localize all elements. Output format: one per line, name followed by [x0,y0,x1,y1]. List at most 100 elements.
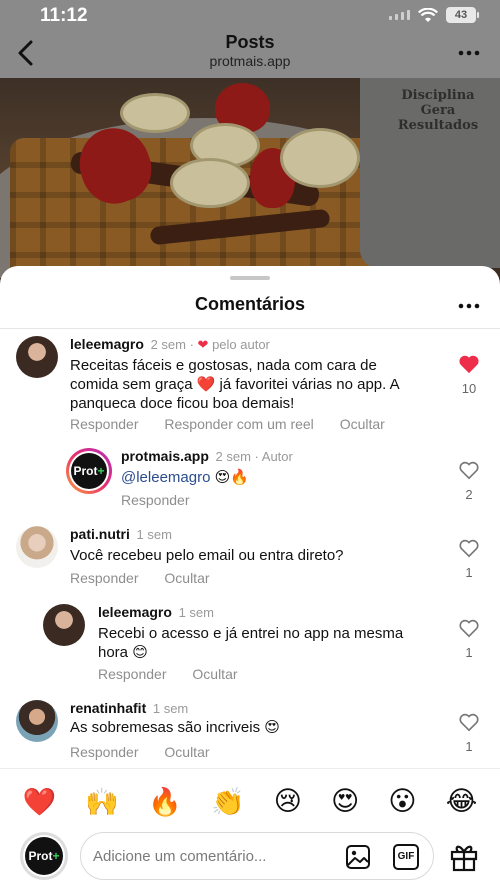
avatar[interactable]: Prot + [66,448,112,494]
comment-text: @leleemagro 😍🔥 [121,469,249,486]
comment: leleemagro 2 sem · ❤ pelo autor Receitas… [0,334,500,432]
heart-outline-icon[interactable] [458,538,480,558]
like-count: 2 [465,487,473,502]
comment-text: Você recebeu pelo email ou entra direto? [70,547,344,564]
comment-time: 2 sem [215,449,251,464]
quick-reactions-bar: ❤️ 🙌 🔥 👏 😢 😍 😮 😂 [0,768,500,834]
hide-button[interactable]: Ocultar [192,666,237,682]
sheet-grabber[interactable] [230,276,270,280]
comment-input[interactable] [93,841,333,871]
comment-actions: Responder Ocultar [98,666,260,682]
username[interactable]: pati.nutri [70,526,130,542]
reaction-surprised[interactable]: 😮 [388,786,416,817]
status-time: 11:12 [40,5,88,26]
avatar[interactable] [16,526,58,568]
username[interactable]: renatinhafit [70,700,146,716]
gift-icon[interactable] [448,840,480,872]
comment-text: Recebi o acesso e já entrei no app na me… [98,625,404,661]
hide-button[interactable]: Ocultar [164,744,209,760]
wifi-icon [418,7,438,22]
brand-logo: Prot + [71,453,107,489]
divider [0,328,500,329]
reaction-clap[interactable]: 👏 [211,786,245,818]
like-control[interactable]: 1 [454,538,484,580]
hide-button[interactable]: Ocultar [340,416,385,432]
reaction-heart-eyes[interactable]: 😍 [331,786,359,817]
comment: pati.nutri 1 sem Você recebeu pelo email… [0,524,500,590]
comment-input-box[interactable]: GIF [80,832,434,880]
comment-text: As sobremesas são incriveis 😍 [70,719,280,736]
page-title: Posts [225,32,275,52]
comment-time: 1 sem [178,605,214,620]
username[interactable]: leleemagro [70,336,144,352]
reply-with-reel-button[interactable]: Responder com um reel [164,416,313,432]
mention-link[interactable]: @leleemagro [121,469,210,486]
comments-sheet: Comentários leleemagro 2 sem · ❤ pelo au… [0,266,500,888]
mug: Disciplina Gera Resultados [360,78,500,268]
small-heart-icon: ❤ [197,337,209,352]
like-control[interactable]: 1 [454,618,484,660]
avatar[interactable] [16,700,58,742]
avatar[interactable] [43,604,85,646]
mug-text: Disciplina Gera Resultados [397,88,479,133]
comment-meta: leleemagro 1 sem [98,604,214,620]
reply-button[interactable]: Responder [70,570,139,586]
my-avatar: Prot + [20,832,68,880]
reply-button[interactable]: Responder [121,492,190,508]
heart-outline-icon[interactable] [458,712,480,732]
comment-reply: Prot + protmais.app 2 sem · Autor @leleem… [0,446,500,516]
heart-outline-icon[interactable] [458,460,480,480]
reply-button[interactable]: Responder [70,744,139,760]
reaction-raised-hands[interactable]: 🙌 [85,786,119,818]
like-count: 1 [465,565,473,580]
comment-meta: protmais.app 2 sem · Autor [121,448,293,464]
status-icons: 43 [389,7,479,23]
comment-time: 2 sem [150,337,186,352]
sheet-title: Comentários [194,294,306,314]
avatar[interactable] [16,336,58,378]
cellular-signal-icon [389,10,410,20]
reaction-fire[interactable]: 🔥 [148,786,182,818]
reply-button[interactable]: Responder [70,416,139,432]
like-control[interactable]: 2 [454,460,484,502]
comment-meta: leleemagro 2 sem · ❤ pelo autor [70,336,270,352]
comment-time: 1 sem [136,527,172,542]
heart-outline-icon[interactable] [458,618,480,638]
reaction-heart[interactable]: ❤️ [23,786,57,818]
comment-actions: Responder Ocultar [70,570,232,586]
hide-button[interactable]: Ocultar [164,570,209,586]
comment-composer: Prot+ GIF [0,826,500,888]
author-like-badge: pelo autor [212,337,270,352]
like-count: 1 [465,739,473,754]
username[interactable]: leleemagro [98,604,172,620]
comment-meta: pati.nutri 1 sem [70,526,172,542]
more-options-icon[interactable] [456,296,482,316]
comment-time: 1 sem [152,701,189,716]
reaction-laughing[interactable]: 😂 [446,786,478,817]
battery-icon: 43 [446,7,479,23]
image-icon[interactable] [345,844,371,870]
post-image: Disciplina Gera Resultados [0,78,500,278]
status-bar: 11:12 43 [0,0,500,30]
like-control[interactable]: 10 [454,354,484,396]
like-count: 10 [461,381,477,396]
like-control[interactable]: 1 [454,712,484,754]
brand-logo: Prot + [25,837,63,875]
comment-reply: leleemagro 1 sem Recebi o acesso e já en… [0,602,500,682]
comment: renatinhafit 1 sem As sobremesas são inc… [0,698,500,764]
page-subtitle[interactable]: protmais.app [0,53,500,69]
comment-actions: Responder Responder com um reel Ocultar [70,416,407,432]
comment-actions: Responder Ocultar [70,744,232,760]
comment-text: Receitas fáceis e gostosas, nada com car… [70,357,399,412]
comment-meta: renatinhafit 1 sem [70,700,188,716]
post-navbar: Posts protmais.app [0,30,500,78]
reply-button[interactable]: Responder [98,666,167,682]
author-badge: Autor [261,449,293,464]
like-count: 1 [465,645,473,660]
heart-filled-icon[interactable] [458,354,480,374]
reaction-crying[interactable]: 😢 [274,786,302,817]
comment-actions: Responder [121,492,212,508]
more-options-icon[interactable] [456,40,482,66]
username[interactable]: protmais.app [121,448,209,464]
gif-icon[interactable]: GIF [393,844,419,870]
